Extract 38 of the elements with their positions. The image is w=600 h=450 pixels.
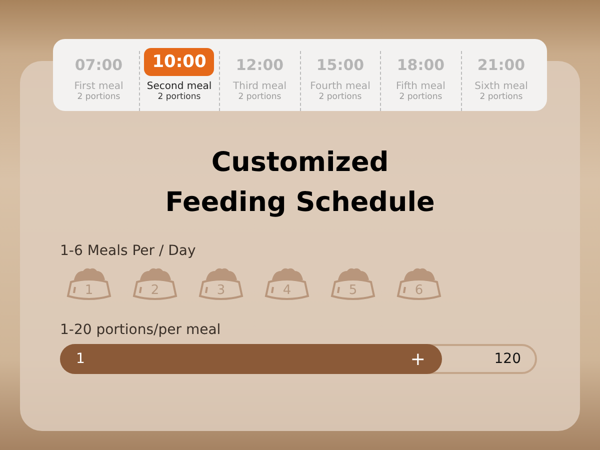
meal-time[interactable]: 21:00 bbox=[477, 56, 526, 74]
meal-time[interactable]: 07:00 bbox=[74, 56, 123, 74]
meal-portions: 2 portions bbox=[480, 92, 523, 102]
meal-name: Fifth meal bbox=[396, 81, 446, 92]
meal-portions: 2 portions bbox=[238, 92, 282, 102]
meal-time[interactable]: 18:00 bbox=[396, 56, 445, 74]
slider-max: 120 bbox=[494, 351, 521, 367]
meal-name: Second meal bbox=[146, 81, 212, 92]
heading: Customized bbox=[210, 146, 390, 180]
bowl-icon bbox=[198, 266, 244, 302]
bowl-number: 6 bbox=[414, 283, 424, 298]
bowl-number: 2 bbox=[150, 283, 160, 298]
meal-time[interactable]: 15:00 bbox=[316, 56, 364, 74]
bowl-number: 1 bbox=[84, 283, 94, 298]
slider-min: 1 bbox=[76, 351, 85, 367]
bowl-icon bbox=[396, 266, 442, 302]
bowl-icon bbox=[132, 266, 178, 302]
bowl-number: 4 bbox=[282, 283, 292, 298]
heading: Feeding Schedule bbox=[164, 186, 436, 220]
bowl-number: 3 bbox=[216, 283, 226, 298]
bowl-icon bbox=[66, 266, 112, 302]
meal-name: Fourth meal bbox=[310, 81, 370, 92]
plus-button[interactable]: + bbox=[410, 348, 426, 370]
meal-portions: 2 portions bbox=[77, 92, 120, 102]
meal-portions: 2 portions bbox=[158, 92, 201, 102]
meal-time[interactable]: 12:00 bbox=[236, 56, 284, 74]
portions-label: 1-20 portions/per meal bbox=[60, 322, 222, 338]
bowl-icon bbox=[330, 266, 376, 302]
meals-label: 1-6 Meals Per / Day bbox=[60, 243, 197, 259]
portion-slider[interactable]: 1 + 120 bbox=[60, 344, 537, 374]
meal-time[interactable]: 10:00 bbox=[144, 48, 214, 76]
meal-portions: 2 portions bbox=[399, 92, 442, 102]
meal-name: Sixth meal bbox=[474, 81, 528, 92]
meal-name: Third meal bbox=[233, 81, 286, 92]
bowl-icon bbox=[264, 266, 310, 302]
meal-name: First meal bbox=[74, 81, 124, 92]
meal-portions: 2 portions bbox=[318, 92, 362, 102]
bowl-number: 5 bbox=[348, 283, 358, 298]
